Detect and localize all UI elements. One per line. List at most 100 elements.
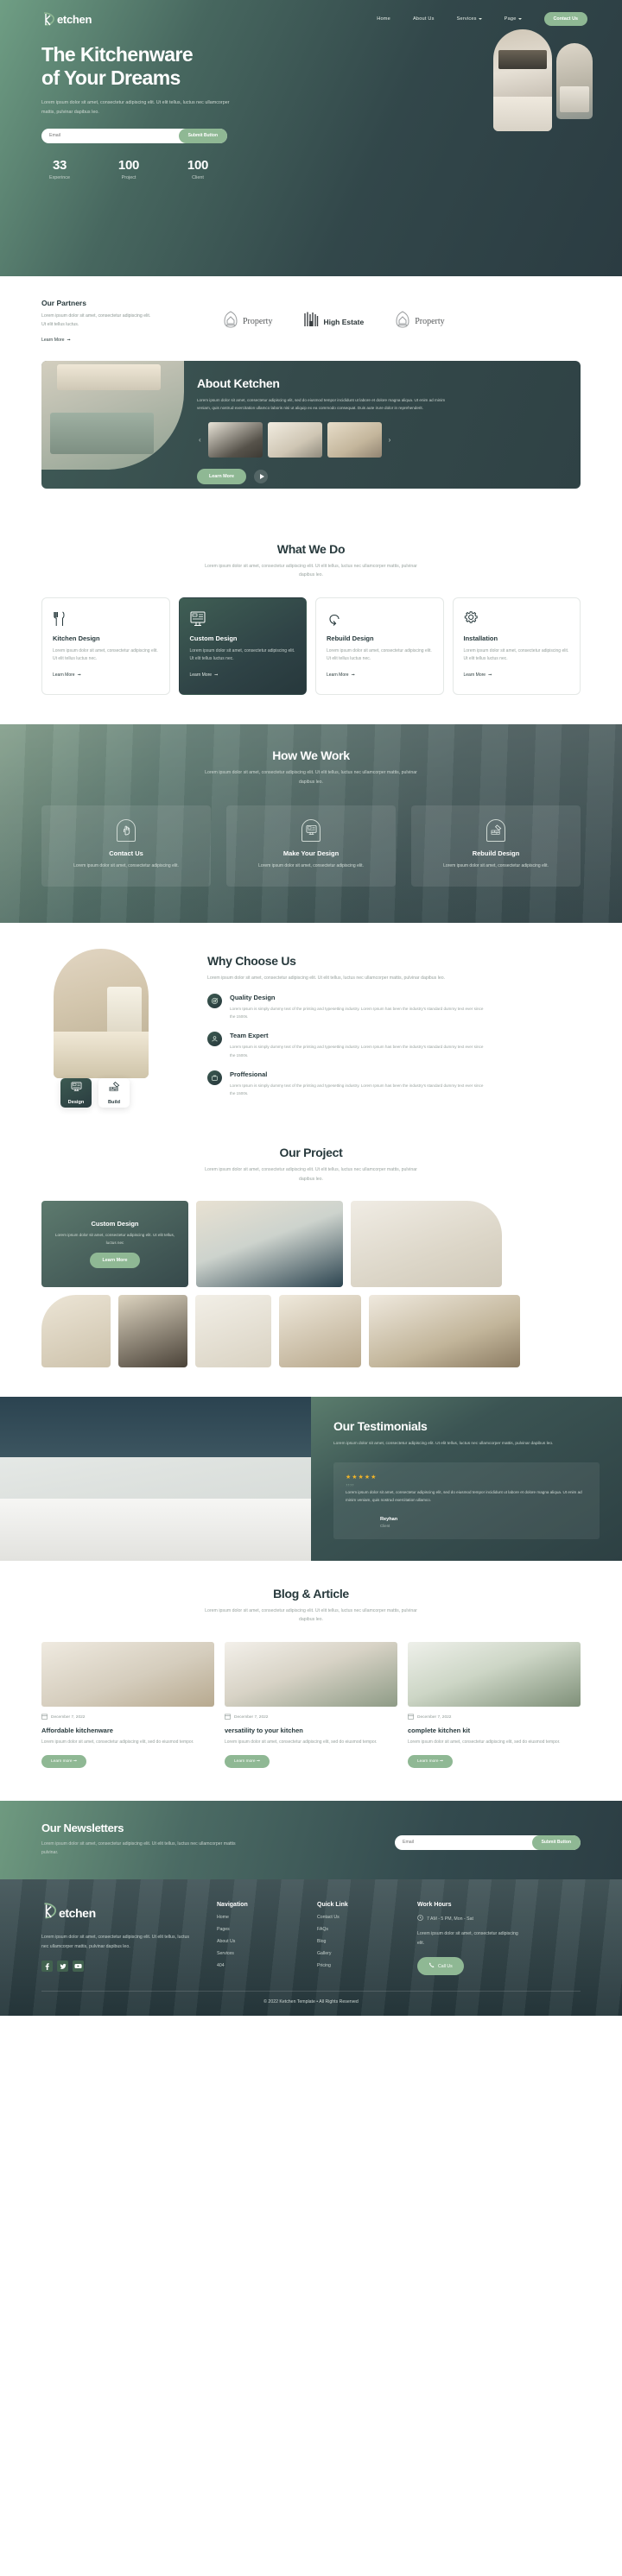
footer-link-pricing[interactable]: Pricing [317,1963,393,1968]
play-button[interactable] [254,470,269,484]
footer-link-services[interactable]: Services [217,1951,293,1956]
footer-link-404[interactable]: 404 [217,1963,293,1968]
link-label: Learn More [41,337,65,343]
newsletter-form[interactable]: Submit Button [395,1834,581,1850]
post-learn-more-button[interactable]: Learn more ➞ [225,1754,270,1768]
link-label: Learn More [327,672,349,679]
footer-brand-name: etchen [59,1906,96,1921]
project-image-4[interactable] [41,1295,111,1368]
link-label: Learn More [463,672,486,679]
toggle-build[interactable]: Build [98,1078,130,1108]
blog-post-1[interactable]: December 7, 2022 Affordable kitchenware … [41,1641,214,1768]
brand-name: etchen [57,12,92,26]
project-learn-more-button[interactable]: Learn More [90,1253,140,1269]
button-label: Call Us [438,1963,453,1969]
project-image-5[interactable] [118,1295,187,1368]
project-feature-card[interactable]: Custom Design Lorem ipsum dolor sit amet… [41,1201,188,1288]
service-learn-more-link[interactable]: Learn More ➞ [190,672,219,678]
footer-link-contact-us[interactable]: Contact Us [317,1915,393,1920]
partners-description: Lorem ipsum dolor sit amet, consectetur … [41,313,151,328]
testimonial-author: Reyhan [380,1516,398,1522]
post-description: Lorem ipsum dolor sit amet, consectetur … [408,1739,561,1745]
footer-link-blog[interactable]: Blog [317,1939,393,1944]
our-project-title: Our Project [279,1146,343,1160]
stat-project: 100 Project [111,158,147,180]
project-image-8[interactable] [369,1295,520,1368]
calendar-icon [41,1714,48,1721]
project-image-7[interactable] [279,1295,361,1368]
our-project-section: Our Project Lorem ipsum dolor sit amet, … [0,1127,622,1397]
why-photo [54,948,149,1078]
step-card-rebuild-design[interactable]: Rebuild Design Lorem ipsum dolor sit ame… [411,805,581,887]
about-learn-more-button[interactable]: Learn More [197,469,247,485]
about-photo [41,360,184,470]
nav-item-services[interactable]: Services [457,16,482,22]
hand-contact-icon [117,818,136,842]
footer-link-faqs[interactable]: FAQs [317,1927,393,1932]
partners-heading: Our Partners [41,299,86,307]
footer-link-about-us[interactable]: About Us [217,1939,293,1944]
hero-email-form[interactable]: Submit Button [41,128,227,143]
our-project-header: Our Project Lorem ipsum dolor sit amet, … [41,1146,581,1184]
project-image-2[interactable] [196,1201,343,1288]
service-card-kitchen-design[interactable]: Kitchen Design Lorem ipsum dolor sit ame… [41,597,170,696]
testimonials-section: Our Testimonials Lorem ipsum dolor sit a… [0,1397,622,1562]
service-description: Lorem ipsum dolor sit amet, consectetur … [189,647,295,662]
service-card-custom-design[interactable]: Custom Design Lorem ipsum dolor sit amet… [178,597,307,696]
carousel-next-icon[interactable]: › [387,436,393,444]
service-title: Rebuild Design [327,634,374,642]
partners-learn-more-link[interactable]: Learn More ➞ [41,338,71,343]
about-thumb-3[interactable] [327,422,382,458]
feature-title: Quality Design [230,994,276,1002]
service-learn-more-link[interactable]: Learn More ➞ [464,672,492,678]
about-thumb-2[interactable] [267,422,322,458]
monitor-design-icon [71,1081,82,1096]
blog-description: Lorem ipsum dolor sit amet, consectetur … [205,1608,417,1623]
footer-column-quick-link: Quick Link Contact Us FAQs Blog Gallery … [317,1902,393,1975]
hero-subtitle: Lorem ipsum dolor sit amet, consectetur … [41,100,230,116]
carousel-prev-icon[interactable]: ‹ [197,436,203,444]
toggle-design[interactable]: Design [60,1078,92,1108]
stat-value: 33 [52,157,67,173]
nav-item-home[interactable]: Home [377,16,390,22]
project-image-6[interactable] [195,1295,271,1368]
blog-post-3[interactable]: December 7, 2022 complete kitchen kit Lo… [408,1641,581,1768]
post-title: versatility to your kitchen [225,1726,303,1734]
footer-link-gallery[interactable]: Gallery [317,1951,393,1956]
about-description: Lorem ipsum dolor sit amet, consectetur … [197,397,446,411]
footer-logo[interactable]: etchen [41,1902,193,1924]
newsletter-submit-button[interactable]: Submit Button [531,1834,581,1850]
footer-link-pages[interactable]: Pages [217,1927,293,1932]
twitter-icon[interactable] [57,1960,68,1973]
call-us-button[interactable]: Call Us [417,1957,464,1976]
step-card-contact-us[interactable]: Contact Us Lorem ipsum dolor sit amet, c… [41,805,211,887]
service-card-rebuild-design[interactable]: Rebuild Design Lorem ipsum dolor sit ame… [315,597,444,696]
newsletter-copy: Our Newsletters Lorem ipsum dolor sit am… [41,1822,240,1858]
nav-links: Home About Us Services Page Contact Us [377,12,587,26]
what-we-do-title: What We Do [276,541,346,556]
footer-column-heading: Quick Link [317,1902,348,1909]
youtube-icon[interactable] [73,1960,84,1973]
post-description: Lorem ipsum dolor sit amet, consectetur … [225,1739,378,1745]
nav-item-about-us[interactable]: About Us [413,16,435,22]
brand-logo[interactable]: etchen [41,11,92,27]
step-card-make-your-design[interactable]: Make Your Design Lorem ipsum dolor sit a… [226,805,396,887]
ketchen-k-logo-icon [41,1902,58,1924]
project-image-3[interactable] [351,1201,502,1288]
facebook-icon[interactable] [41,1960,53,1973]
partners-copy: Our Partners Lorem ipsum dolor sit amet,… [41,299,214,345]
hero-submit-button[interactable]: Submit Button [178,128,227,143]
service-learn-more-link[interactable]: Learn More ➞ [53,672,81,678]
contact-us-button[interactable]: Contact Us [543,12,587,26]
service-learn-more-link[interactable]: Learn More ➞ [327,672,355,678]
button-label: Learn more [234,1758,256,1764]
blog-post-2[interactable]: December 7, 2022 versatility to your kit… [225,1641,397,1768]
post-learn-more-button[interactable]: Learn more ➞ [41,1754,86,1768]
footer-brand: etchen Lorem ipsum dolor sit amet, conse… [41,1902,193,1975]
nav-item-page[interactable]: Page [505,16,522,22]
footer-link-home[interactable]: Home [217,1915,293,1920]
about-thumb-1[interactable] [207,422,263,458]
service-card-installation[interactable]: Installation Lorem ipsum dolor sit amet,… [452,597,581,696]
toggle-label: Design [67,1100,85,1106]
post-learn-more-button[interactable]: Learn more ➞ [408,1754,453,1768]
